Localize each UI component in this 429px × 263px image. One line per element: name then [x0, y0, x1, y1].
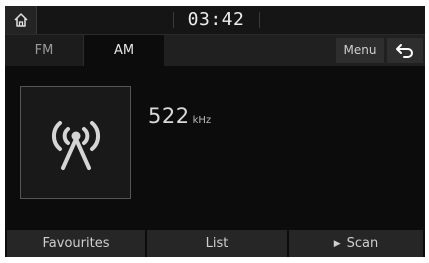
station-art [20, 86, 131, 199]
tab-fm[interactable]: FM [5, 35, 84, 66]
clock: 03:42 [187, 9, 245, 30]
scan-button[interactable]: ▶ Scan [289, 230, 423, 257]
band-tab-bar: FM AM Menu [5, 35, 425, 66]
home-button[interactable] [5, 6, 37, 34]
frequency-display: 522 kHz [148, 104, 211, 128]
status-divider [259, 12, 260, 28]
home-icon [13, 13, 28, 27]
radio-tower-icon [51, 120, 100, 170]
back-arrow-icon [396, 43, 413, 58]
favourites-button[interactable]: Favourites [7, 230, 145, 257]
status-divider [173, 12, 174, 28]
play-icon: ▶ [333, 239, 341, 249]
menu-button[interactable]: Menu [336, 38, 384, 63]
bottom-bar: Favourites List ▶ Scan [5, 230, 425, 257]
scan-label: Scan [346, 236, 379, 251]
radio-screen: 03:42 FM AM Menu 522 kHz Favourites List… [5, 6, 425, 257]
list-button[interactable]: List [147, 230, 287, 257]
frequency-value: 522 [148, 104, 190, 128]
tab-am[interactable]: AM [84, 35, 164, 66]
status-bar: 03:42 [5, 6, 425, 35]
frequency-unit: kHz [192, 115, 212, 126]
back-button[interactable] [387, 38, 423, 63]
